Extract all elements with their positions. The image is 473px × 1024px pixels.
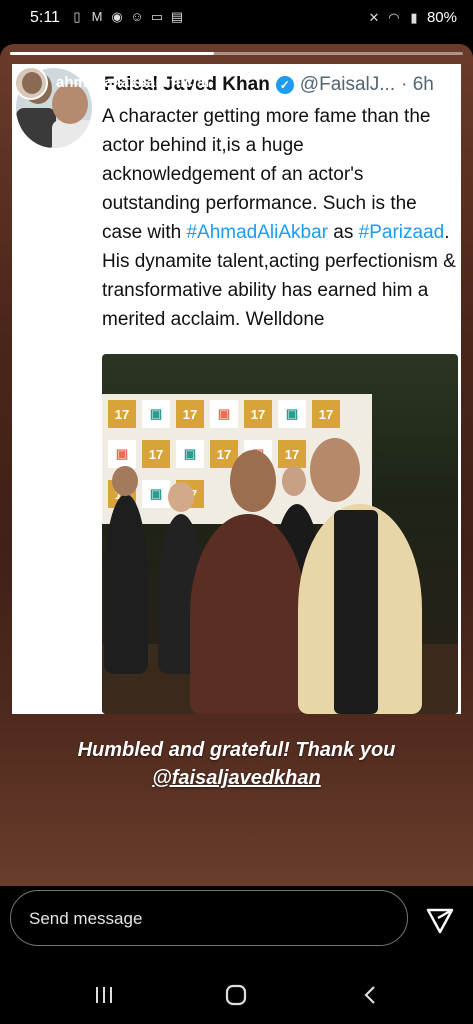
send-icon	[426, 908, 454, 934]
back-button[interactable]	[350, 982, 390, 1008]
phone-icon: ▯	[73, 9, 81, 24]
panda-icon: ☺	[130, 9, 144, 24]
caption-text: Humbled and grateful! Thank you	[77, 739, 396, 761]
tile-logo: 17	[176, 400, 204, 428]
person	[104, 494, 148, 674]
news-icon: ▤	[170, 9, 184, 24]
send-message-input[interactable]: Send message	[10, 890, 408, 946]
tweet-text-part: as	[328, 222, 359, 243]
tile-logo: 17	[108, 400, 136, 428]
status-time: 5:11	[30, 9, 60, 26]
signal-icon: ▮	[410, 9, 418, 25]
status-bar: 5:11 ▯ M ◉ ☺ ▭ ▤ ✕ ◠ ▮ 80%	[0, 0, 473, 36]
tile-logo: ▣	[142, 480, 170, 508]
message-placeholder: Send message	[29, 909, 143, 928]
tile-logo: ▣	[176, 440, 204, 468]
battery-level: 80%	[426, 9, 457, 26]
person-head	[310, 438, 360, 502]
tweet-text: A character getting more fame than the a…	[102, 102, 458, 334]
person-actor	[190, 514, 306, 714]
wifi-icon: ◠	[388, 9, 400, 25]
hashtag-parizaad: #Parizaad	[358, 222, 445, 243]
person-head	[112, 466, 138, 496]
story-username[interactable]: ahmedaliakbarofficial	[56, 74, 209, 91]
tile-logo: ▣	[108, 440, 136, 468]
system-icons: ✕ ◠ ▮ 80%	[367, 9, 457, 26]
mute-icon: ✕	[368, 9, 380, 25]
tile-logo: 17	[142, 440, 170, 468]
person-head	[282, 466, 306, 496]
hashtag-ahmadaliakbar: #AhmadAliAkbar	[186, 222, 329, 243]
chrome-icon: ◉	[111, 9, 123, 24]
navigation-bar	[0, 966, 473, 1024]
person-head	[168, 482, 194, 512]
person-head	[230, 450, 276, 512]
send-button[interactable]	[418, 898, 462, 942]
recent-apps-icon	[96, 987, 112, 1003]
story-header: ahmedaliakbarofficial	[0, 44, 473, 114]
person-shirt	[334, 510, 378, 714]
home-icon	[225, 984, 247, 1006]
home-button[interactable]	[216, 982, 256, 1008]
tile-logo: 17	[312, 400, 340, 428]
tweet-card: Faisal Javed Khan ✓ @FaisalJ... · 6h A c…	[12, 64, 461, 714]
back-icon	[364, 986, 375, 1004]
tile-logo: 17	[244, 400, 272, 428]
story-user-avatar[interactable]	[14, 66, 48, 100]
story-viewer[interactable]: Faisal Javed Khan ✓ @FaisalJ... · 6h A c…	[0, 44, 473, 886]
tweet-photo: 17 ▣ 17 ▣ 17 ▣ 17 ▣ 17 ▣ 17 ▣ 17 17 ▣ 17	[102, 354, 458, 714]
recent-apps-button[interactable]	[84, 982, 124, 1008]
tile-logo: ▣	[210, 400, 238, 428]
tile-logo: 17	[278, 440, 306, 468]
laptop-icon: ▭	[150, 9, 164, 24]
tile-logo: ▣	[142, 400, 170, 428]
tile-logo: ▣	[278, 400, 306, 428]
gmail-icon: M	[91, 9, 103, 24]
caption-mention-link[interactable]: @faisaljavedkhan	[0, 764, 473, 792]
story-caption: Humbled and grateful! Thank you @faisalj…	[0, 736, 473, 792]
notification-icons: ▯ M ◉ ☺ ▭ ▤	[70, 10, 184, 24]
